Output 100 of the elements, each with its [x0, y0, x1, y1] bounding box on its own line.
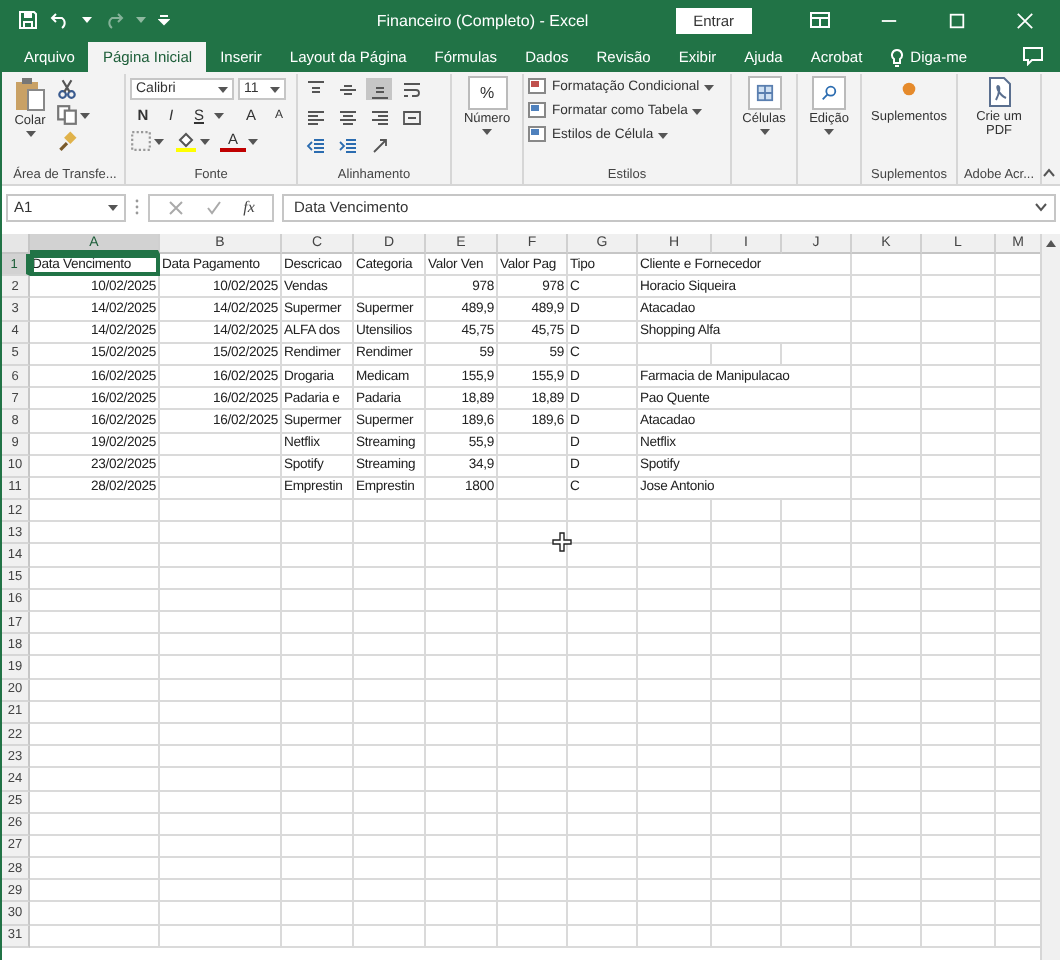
drag-handle-icon[interactable]	[134, 198, 140, 216]
table-cell	[638, 791, 712, 814]
align-middle-icon	[337, 79, 357, 99]
table-cell	[282, 612, 354, 635]
table-cell	[638, 768, 712, 791]
scissors-icon[interactable]	[56, 78, 78, 100]
expand-icon[interactable]	[1034, 202, 1048, 212]
table-cell	[712, 522, 782, 545]
table-cell	[852, 791, 922, 814]
table-cell	[782, 500, 852, 523]
table-cell	[568, 925, 638, 948]
table-cell	[354, 522, 426, 545]
table-cell	[568, 746, 638, 769]
table-cell	[712, 343, 782, 366]
table-cell	[282, 567, 354, 590]
table-cell	[498, 433, 568, 456]
align-right-button[interactable]	[366, 106, 392, 128]
table-cell	[712, 723, 782, 747]
table-cell	[160, 679, 282, 702]
align-center-button[interactable]	[334, 106, 360, 128]
table-cell	[160, 656, 282, 680]
table-cell	[922, 410, 996, 433]
save-icon[interactable]	[18, 10, 38, 30]
table-cell	[498, 791, 568, 814]
table-cell	[782, 544, 852, 568]
table-cell	[30, 656, 160, 680]
table-cell	[782, 858, 852, 881]
align-merge-button[interactable]	[398, 106, 424, 128]
check-icon[interactable]	[205, 199, 222, 215]
table-cell	[922, 634, 996, 657]
table-cell	[426, 701, 498, 724]
maximize-icon[interactable]	[947, 11, 965, 29]
table-cell	[282, 500, 354, 523]
paintbrush-icon[interactable]	[56, 130, 78, 152]
table-cell	[426, 679, 498, 702]
align-bottom-button[interactable]	[366, 78, 392, 100]
align-indent-button[interactable]	[334, 134, 360, 156]
caret-icon	[25, 130, 35, 139]
caret-icon	[703, 83, 714, 91]
table-cell	[426, 500, 498, 523]
table-cell	[282, 634, 354, 657]
ribbon-display-icon[interactable]	[810, 12, 830, 28]
table-cell	[852, 410, 922, 433]
align-outdent-icon	[305, 135, 325, 155]
table-cell	[282, 656, 354, 680]
table-cell	[922, 388, 996, 411]
comments-icon[interactable]	[1022, 46, 1044, 66]
fill-color-icon[interactable]	[174, 130, 198, 152]
window-title: Financeiro (Completo) - Excel	[374, 11, 591, 29]
table-cell	[30, 701, 160, 724]
borders-icon[interactable]	[130, 130, 152, 152]
table-cell	[30, 679, 160, 702]
align-outdent-button[interactable]	[302, 134, 328, 156]
table-cell	[354, 746, 426, 769]
table-cell	[638, 746, 712, 769]
table-cell	[426, 567, 498, 590]
table-cell	[712, 612, 782, 635]
table-cell	[922, 813, 996, 836]
table-cell	[782, 768, 852, 791]
table-cell	[922, 321, 996, 344]
table-cell	[852, 433, 922, 456]
table-cell	[922, 679, 996, 702]
copy-icon[interactable]	[56, 104, 78, 126]
table-cell	[160, 746, 282, 769]
table-cell	[282, 880, 354, 903]
table-cell	[852, 679, 922, 702]
table-cell	[160, 433, 282, 456]
table-cell	[638, 902, 712, 926]
table-cell	[782, 589, 852, 612]
table-cell	[782, 723, 852, 747]
table-cell	[354, 634, 426, 657]
caret-icon	[691, 107, 702, 115]
table-cell	[426, 768, 498, 791]
table-cell	[712, 880, 782, 903]
collapse-ribbon-icon[interactable]	[1042, 168, 1056, 178]
table-cell	[638, 656, 712, 680]
table-cell	[922, 500, 996, 523]
table-cell	[354, 925, 426, 948]
close-icon[interactable]	[1015, 11, 1033, 29]
table-cell	[282, 544, 354, 568]
customize-icon[interactable]	[158, 14, 170, 26]
table-cell	[354, 612, 426, 635]
table-cell	[30, 723, 160, 747]
table-cell	[782, 835, 852, 859]
table-cell	[498, 925, 568, 948]
undo-icon[interactable]	[50, 10, 70, 30]
table-cell	[782, 880, 852, 903]
align-wrap-button[interactable]	[398, 78, 424, 100]
table-cell	[638, 634, 712, 657]
align-top-icon	[305, 79, 325, 99]
table-cell	[282, 791, 354, 814]
table-cell	[426, 902, 498, 926]
table-cell	[282, 589, 354, 612]
table-cell	[354, 544, 426, 568]
table-cell	[426, 589, 498, 612]
scroll-up-icon[interactable]	[1044, 238, 1058, 248]
table-cell	[782, 612, 852, 635]
align-left-button[interactable]	[302, 106, 328, 128]
table-cell	[160, 612, 282, 635]
insert-function-button[interactable]: fx	[243, 198, 255, 216]
